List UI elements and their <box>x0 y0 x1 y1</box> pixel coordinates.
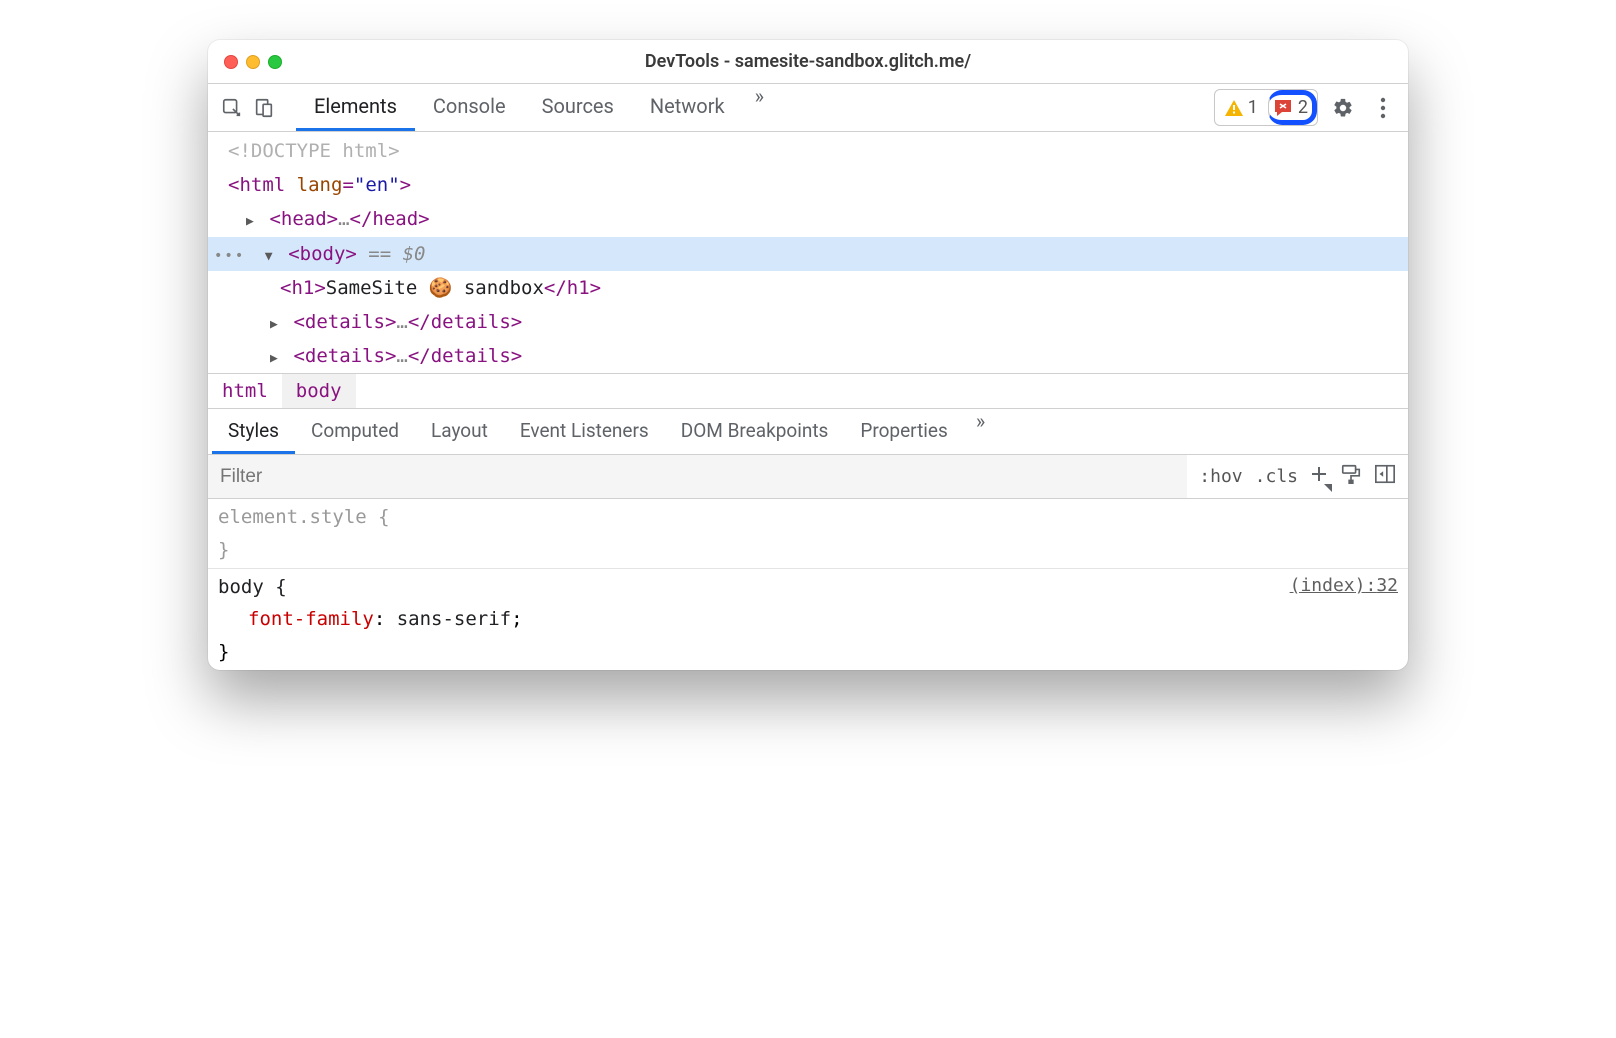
toggle-sidebar-icon[interactable] <box>1374 463 1396 490</box>
issues-icon <box>1273 99 1293 117</box>
breadcrumb-body[interactable]: body <box>282 374 356 408</box>
expand-arrow-icon[interactable]: ▶ <box>270 347 282 370</box>
window-title: DevTools - samesite-sandbox.glitch.me/ <box>208 51 1408 72</box>
expand-arrow-icon[interactable]: ▶ <box>246 210 258 233</box>
body-rule[interactable]: (index):32 body { font-family: sans-seri… <box>208 569 1408 670</box>
css-property-name[interactable]: font-family <box>248 608 374 630</box>
device-toolbar-icon[interactable] <box>250 94 278 122</box>
settings-button[interactable] <box>1328 93 1358 123</box>
traffic-lights <box>224 55 282 69</box>
maximize-window-button[interactable] <box>268 55 282 69</box>
subtab-styles[interactable]: Styles <box>212 409 295 454</box>
element-style-rule[interactable]: element.style { } <box>208 499 1408 569</box>
warning-icon <box>1225 100 1243 116</box>
titlebar: DevTools - samesite-sandbox.glitch.me/ <box>208 40 1408 84</box>
subtab-properties[interactable]: Properties <box>844 409 963 454</box>
dom-doctype[interactable]: <!DOCTYPE html> <box>208 134 1408 168</box>
inspect-element-icon[interactable] <box>218 94 246 122</box>
status-badges: 1 2 <box>1214 89 1318 126</box>
subtab-dom-breakpoints[interactable]: DOM Breakpoints <box>665 409 845 454</box>
subtab-layout[interactable]: Layout <box>415 409 504 454</box>
dom-html-open[interactable]: <html lang="en"> <box>208 168 1408 202</box>
issues-counter[interactable]: 2 <box>1268 90 1317 125</box>
css-property-value[interactable]: sans-serif <box>397 608 511 630</box>
expand-arrow-icon[interactable]: ▶ <box>270 313 282 336</box>
paint-mode-icon[interactable] <box>1340 463 1362 490</box>
dom-tree[interactable]: <!DOCTYPE html> <html lang="en"> ▶ <head… <box>208 132 1408 373</box>
more-subtabs-button[interactable]: » <box>964 409 997 454</box>
breadcrumb-html[interactable]: html <box>208 374 282 408</box>
cls-toggle[interactable]: .cls <box>1255 466 1298 487</box>
devtools-window: DevTools - samesite-sandbox.glitch.me/ E… <box>208 40 1408 670</box>
hov-toggle[interactable]: :hov <box>1199 466 1242 487</box>
dom-head[interactable]: ▶ <head>…</head> <box>208 202 1408 236</box>
styles-rules: element.style { } (index):32 body { font… <box>208 498 1408 669</box>
tab-sources[interactable]: Sources <box>524 84 632 131</box>
tab-console[interactable]: Console <box>415 84 524 131</box>
breadcrumb: html body <box>208 373 1408 408</box>
dom-h1[interactable]: <h1>SameSite 🍪 sandbox</h1> <box>208 271 1408 305</box>
warnings-counter[interactable]: 1 <box>1215 93 1268 122</box>
collapse-arrow-icon[interactable]: ▼ <box>265 245 277 268</box>
main-tabs: Elements Console Sources Network » <box>296 84 776 131</box>
new-style-rule-button[interactable] <box>1310 465 1328 488</box>
main-toolbar: Elements Console Sources Network » 1 2 <box>208 84 1408 132</box>
issues-count: 2 <box>1298 97 1308 118</box>
dom-details-1[interactable]: ▶ <details>…</details> <box>208 305 1408 339</box>
styles-subtabs: Styles Computed Layout Event Listeners D… <box>208 408 1408 454</box>
styles-filter-bar: :hov .cls <box>208 454 1408 498</box>
tab-elements[interactable]: Elements <box>296 84 415 131</box>
selected-marker: ••• <box>214 248 245 264</box>
close-window-button[interactable] <box>224 55 238 69</box>
rule-source-link[interactable]: (index):32 <box>1290 571 1398 602</box>
styles-filter-input[interactable] <box>208 455 1187 498</box>
subtab-event-listeners[interactable]: Event Listeners <box>504 409 665 454</box>
tab-network[interactable]: Network <box>632 84 743 131</box>
more-menu-button[interactable] <box>1368 93 1398 123</box>
toolbar-right: 1 2 <box>1214 89 1398 126</box>
warnings-count: 1 <box>1248 97 1258 118</box>
subtab-computed[interactable]: Computed <box>295 409 415 454</box>
minimize-window-button[interactable] <box>246 55 260 69</box>
more-tabs-button[interactable]: » <box>743 84 776 131</box>
filter-actions: :hov .cls <box>1187 463 1408 490</box>
dom-details-2[interactable]: ▶ <details>…</details> <box>208 339 1408 373</box>
dom-body-selected[interactable]: ••• ▼ <body> == $0 <box>208 237 1408 271</box>
